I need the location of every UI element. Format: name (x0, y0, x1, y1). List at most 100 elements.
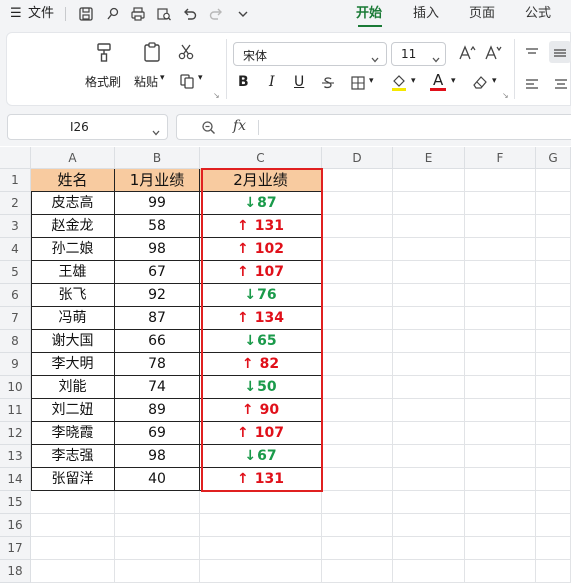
table-header-feb[interactable]: 2月业绩 (200, 169, 322, 192)
select-all-corner[interactable] (0, 147, 31, 169)
grid-cell[interactable] (465, 468, 536, 491)
grid-cell[interactable] (536, 215, 571, 238)
bold-button[interactable]: B (238, 74, 249, 90)
grid-cell[interactable] (322, 261, 393, 284)
grid-cell[interactable] (393, 514, 465, 537)
grid-cell[interactable] (465, 307, 536, 330)
name-cell[interactable]: 冯萌 (31, 307, 115, 330)
feb-value-cell[interactable]: ↓50 (200, 376, 322, 399)
jan-value-cell[interactable]: 87 (115, 307, 200, 330)
grid-cell[interactable] (536, 307, 571, 330)
grid-cell[interactable] (115, 560, 200, 583)
grid-cell[interactable] (322, 399, 393, 422)
grid-cell[interactable] (322, 514, 393, 537)
copy-icon[interactable] (179, 73, 195, 89)
feb-value-cell[interactable]: ↑ 131 (200, 215, 322, 238)
jan-value-cell[interactable]: 98 (115, 445, 200, 468)
fill-color-dropdown-icon[interactable]: ▾ (411, 76, 416, 86)
grid-cell[interactable] (322, 238, 393, 261)
row-header-4[interactable]: 4 (0, 238, 31, 261)
grid-cell[interactable] (393, 468, 465, 491)
grid-cell[interactable] (465, 169, 536, 192)
table-header-name[interactable]: 姓名 (31, 169, 115, 192)
font-color-dropdown-icon[interactable]: ▾ (451, 76, 456, 86)
name-cell[interactable]: 皮志高 (31, 192, 115, 215)
underline-button[interactable]: U (294, 74, 304, 90)
feb-value-cell[interactable]: ↑ 134 (200, 307, 322, 330)
grid-cell[interactable] (393, 261, 465, 284)
grid-cell[interactable] (465, 238, 536, 261)
row-header-3[interactable]: 3 (0, 215, 31, 238)
print-icon[interactable] (130, 6, 146, 22)
feb-value-cell[interactable]: ↓67 (200, 445, 322, 468)
jan-value-cell[interactable]: 58 (115, 215, 200, 238)
grid-cell[interactable] (536, 560, 571, 583)
grid-cell[interactable] (31, 560, 115, 583)
grid-cell[interactable] (322, 330, 393, 353)
row-header-15[interactable]: 15 (0, 491, 31, 514)
grid-cell[interactable] (465, 376, 536, 399)
grid-cell[interactable] (536, 399, 571, 422)
grid-cell[interactable] (465, 399, 536, 422)
grid-cell[interactable] (393, 192, 465, 215)
grid-cell[interactable] (536, 261, 571, 284)
table-header-jan[interactable]: 1月业绩 (115, 169, 200, 192)
name-cell[interactable]: 刘能 (31, 376, 115, 399)
paste-label[interactable]: 粘贴 (134, 73, 158, 90)
row-header-5[interactable]: 5 (0, 261, 31, 284)
grid-cell[interactable] (322, 422, 393, 445)
grid-cell[interactable] (393, 353, 465, 376)
row-header-11[interactable]: 11 (0, 399, 31, 422)
grid-cell[interactable] (393, 284, 465, 307)
grid-cell[interactable] (465, 330, 536, 353)
row-header-6[interactable]: 6 (0, 284, 31, 307)
grid-cell[interactable] (393, 399, 465, 422)
grid-cell[interactable] (536, 192, 571, 215)
tab-page[interactable]: 页面 (469, 0, 495, 28)
font-expand-icon[interactable]: ↘ (502, 91, 509, 100)
align-center-icon[interactable] (553, 76, 569, 90)
copy-dropdown-icon[interactable]: ▾ (198, 73, 203, 83)
grid-cell[interactable] (322, 491, 393, 514)
name-cell[interactable]: 李大明 (31, 353, 115, 376)
grid-cell[interactable] (115, 537, 200, 560)
grid-cell[interactable] (465, 537, 536, 560)
grid-cell[interactable] (322, 169, 393, 192)
formula-input-area[interactable]: fx (176, 114, 571, 140)
row-header-13[interactable]: 13 (0, 445, 31, 468)
redo-icon[interactable] (208, 6, 224, 22)
format-painter-icon[interactable] (93, 41, 115, 63)
borders-dropdown-icon[interactable]: ▾ (369, 76, 374, 86)
grid-cell[interactable] (393, 238, 465, 261)
jan-value-cell[interactable]: 40 (115, 468, 200, 491)
grid-cell[interactable] (465, 353, 536, 376)
name-cell[interactable]: 李志强 (31, 445, 115, 468)
decrease-font-size-icon[interactable] (484, 44, 502, 62)
column-header-d[interactable]: D (322, 147, 393, 169)
align-left-icon[interactable] (524, 76, 540, 90)
grid-cell[interactable] (465, 514, 536, 537)
grid-cell[interactable] (393, 422, 465, 445)
italic-button[interactable]: I (269, 74, 275, 90)
paste-dropdown-icon[interactable]: ▾ (160, 73, 165, 83)
grid-cell[interactable] (393, 215, 465, 238)
row-header-9[interactable]: 9 (0, 353, 31, 376)
grid-cell[interactable] (322, 215, 393, 238)
feb-value-cell[interactable]: ↓65 (200, 330, 322, 353)
eraser-icon[interactable] (471, 74, 489, 90)
strikethrough-icon[interactable] (320, 75, 336, 91)
grid-cell[interactable] (200, 537, 322, 560)
grid-cell[interactable] (322, 307, 393, 330)
row-header-16[interactable]: 16 (0, 514, 31, 537)
jan-value-cell[interactable]: 69 (115, 422, 200, 445)
name-cell[interactable]: 张飞 (31, 284, 115, 307)
grid-cell[interactable] (322, 468, 393, 491)
fill-color-icon[interactable] (390, 73, 408, 91)
row-header-8[interactable]: 8 (0, 330, 31, 353)
row-header-1[interactable]: 1 (0, 169, 31, 192)
print-preview-icon[interactable] (156, 6, 172, 22)
increase-font-size-icon[interactable] (458, 44, 476, 62)
row-header-2[interactable]: 2 (0, 192, 31, 215)
grid-cell[interactable] (31, 514, 115, 537)
row-header-14[interactable]: 14 (0, 468, 31, 491)
